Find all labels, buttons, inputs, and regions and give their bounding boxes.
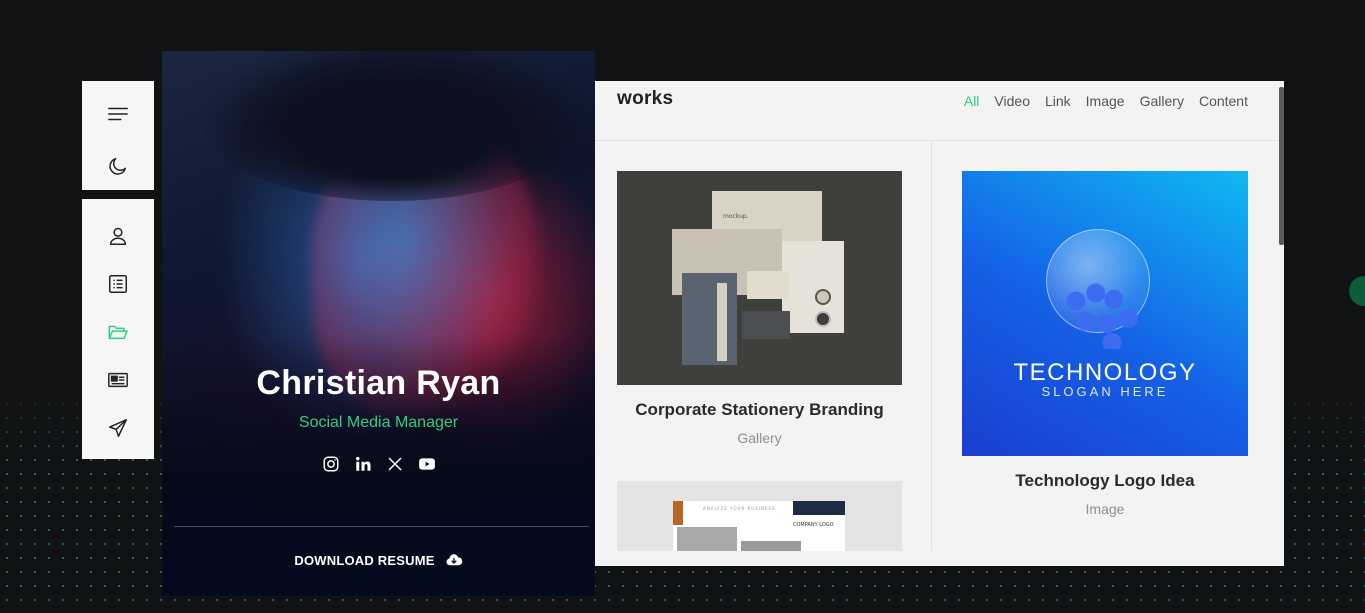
filter-video[interactable]: Video: [994, 93, 1030, 109]
download-resume-button[interactable]: DOWNLOAD RESUME: [162, 551, 595, 569]
nav-about-button[interactable]: [103, 221, 133, 251]
x-icon: [387, 457, 402, 471]
list-icon: [109, 275, 127, 293]
paper-plane-icon: [109, 419, 127, 437]
dark-mode-toggle[interactable]: [103, 151, 133, 181]
nav-blog-button[interactable]: [103, 365, 133, 395]
background-accent-dot: [1349, 276, 1365, 306]
cloud-download-icon: [446, 554, 462, 566]
scrollbar-thumb[interactable]: [1279, 87, 1284, 245]
instagram-icon: [323, 456, 338, 472]
profile-card: Christian Ryan Social Media Manager DOWN…: [162, 51, 595, 596]
work-title: Technology Logo Idea: [1015, 471, 1195, 490]
works-panel: works All Video Link Image Gallery Conte…: [595, 81, 1284, 566]
nav-contact-button[interactable]: [103, 413, 133, 443]
filter-content[interactable]: Content: [1199, 93, 1248, 109]
work-thumbnail: ANALYZE YOUR BUSINESS COMPANY LOGO: [617, 481, 902, 551]
nav-works-button[interactable]: [103, 317, 133, 347]
work-item[interactable]: TECHNOLOGY SLOGAN HERE Technology Logo I…: [962, 171, 1248, 517]
moon-icon: [109, 157, 127, 175]
works-title: works: [617, 88, 674, 109]
works-filters: All Video Link Image Gallery Content: [964, 93, 1248, 109]
card-divider: [174, 526, 589, 527]
menu-icon: [108, 107, 128, 121]
download-resume-label: DOWNLOAD RESUME: [294, 552, 435, 568]
profile-role: Social Media Manager: [298, 414, 459, 431]
instagram-link[interactable]: [322, 455, 340, 473]
filter-image[interactable]: Image: [1086, 93, 1125, 109]
youtube-icon: [418, 458, 435, 470]
social-links: [162, 455, 595, 473]
linkedin-link[interactable]: [354, 455, 372, 473]
newspaper-icon: [108, 372, 128, 388]
work-item[interactable]: ANALYZE YOUR BUSINESS COMPANY LOGO: [617, 481, 902, 551]
work-item[interactable]: mockup. Corporate Stationery Branding Ga…: [617, 171, 902, 446]
menu-button[interactable]: [103, 99, 133, 129]
youtube-link[interactable]: [418, 455, 436, 473]
work-category: Gallery: [737, 430, 782, 446]
work-thumbnail: mockup.: [617, 171, 902, 385]
filter-all[interactable]: All: [964, 93, 980, 109]
filter-link[interactable]: Link: [1045, 93, 1071, 109]
nav-main-bar: [82, 199, 154, 459]
work-category: Image: [1085, 501, 1125, 517]
x-link[interactable]: [386, 455, 404, 473]
work-thumbnail: TECHNOLOGY SLOGAN HERE: [962, 171, 1248, 456]
nav-top-bar: [82, 81, 154, 190]
column-divider: [931, 141, 932, 551]
filter-gallery[interactable]: Gallery: [1140, 93, 1184, 109]
works-header: works All Video Link Image Gallery Conte…: [595, 81, 1284, 141]
work-title: Corporate Stationery Branding: [635, 400, 884, 419]
portrait-hair: [202, 51, 582, 201]
nav-resume-button[interactable]: [103, 269, 133, 299]
folder-open-icon: [108, 325, 128, 340]
linkedin-icon: [355, 456, 370, 471]
user-icon: [109, 227, 127, 245]
profile-name: Christian Ryan: [256, 364, 501, 402]
